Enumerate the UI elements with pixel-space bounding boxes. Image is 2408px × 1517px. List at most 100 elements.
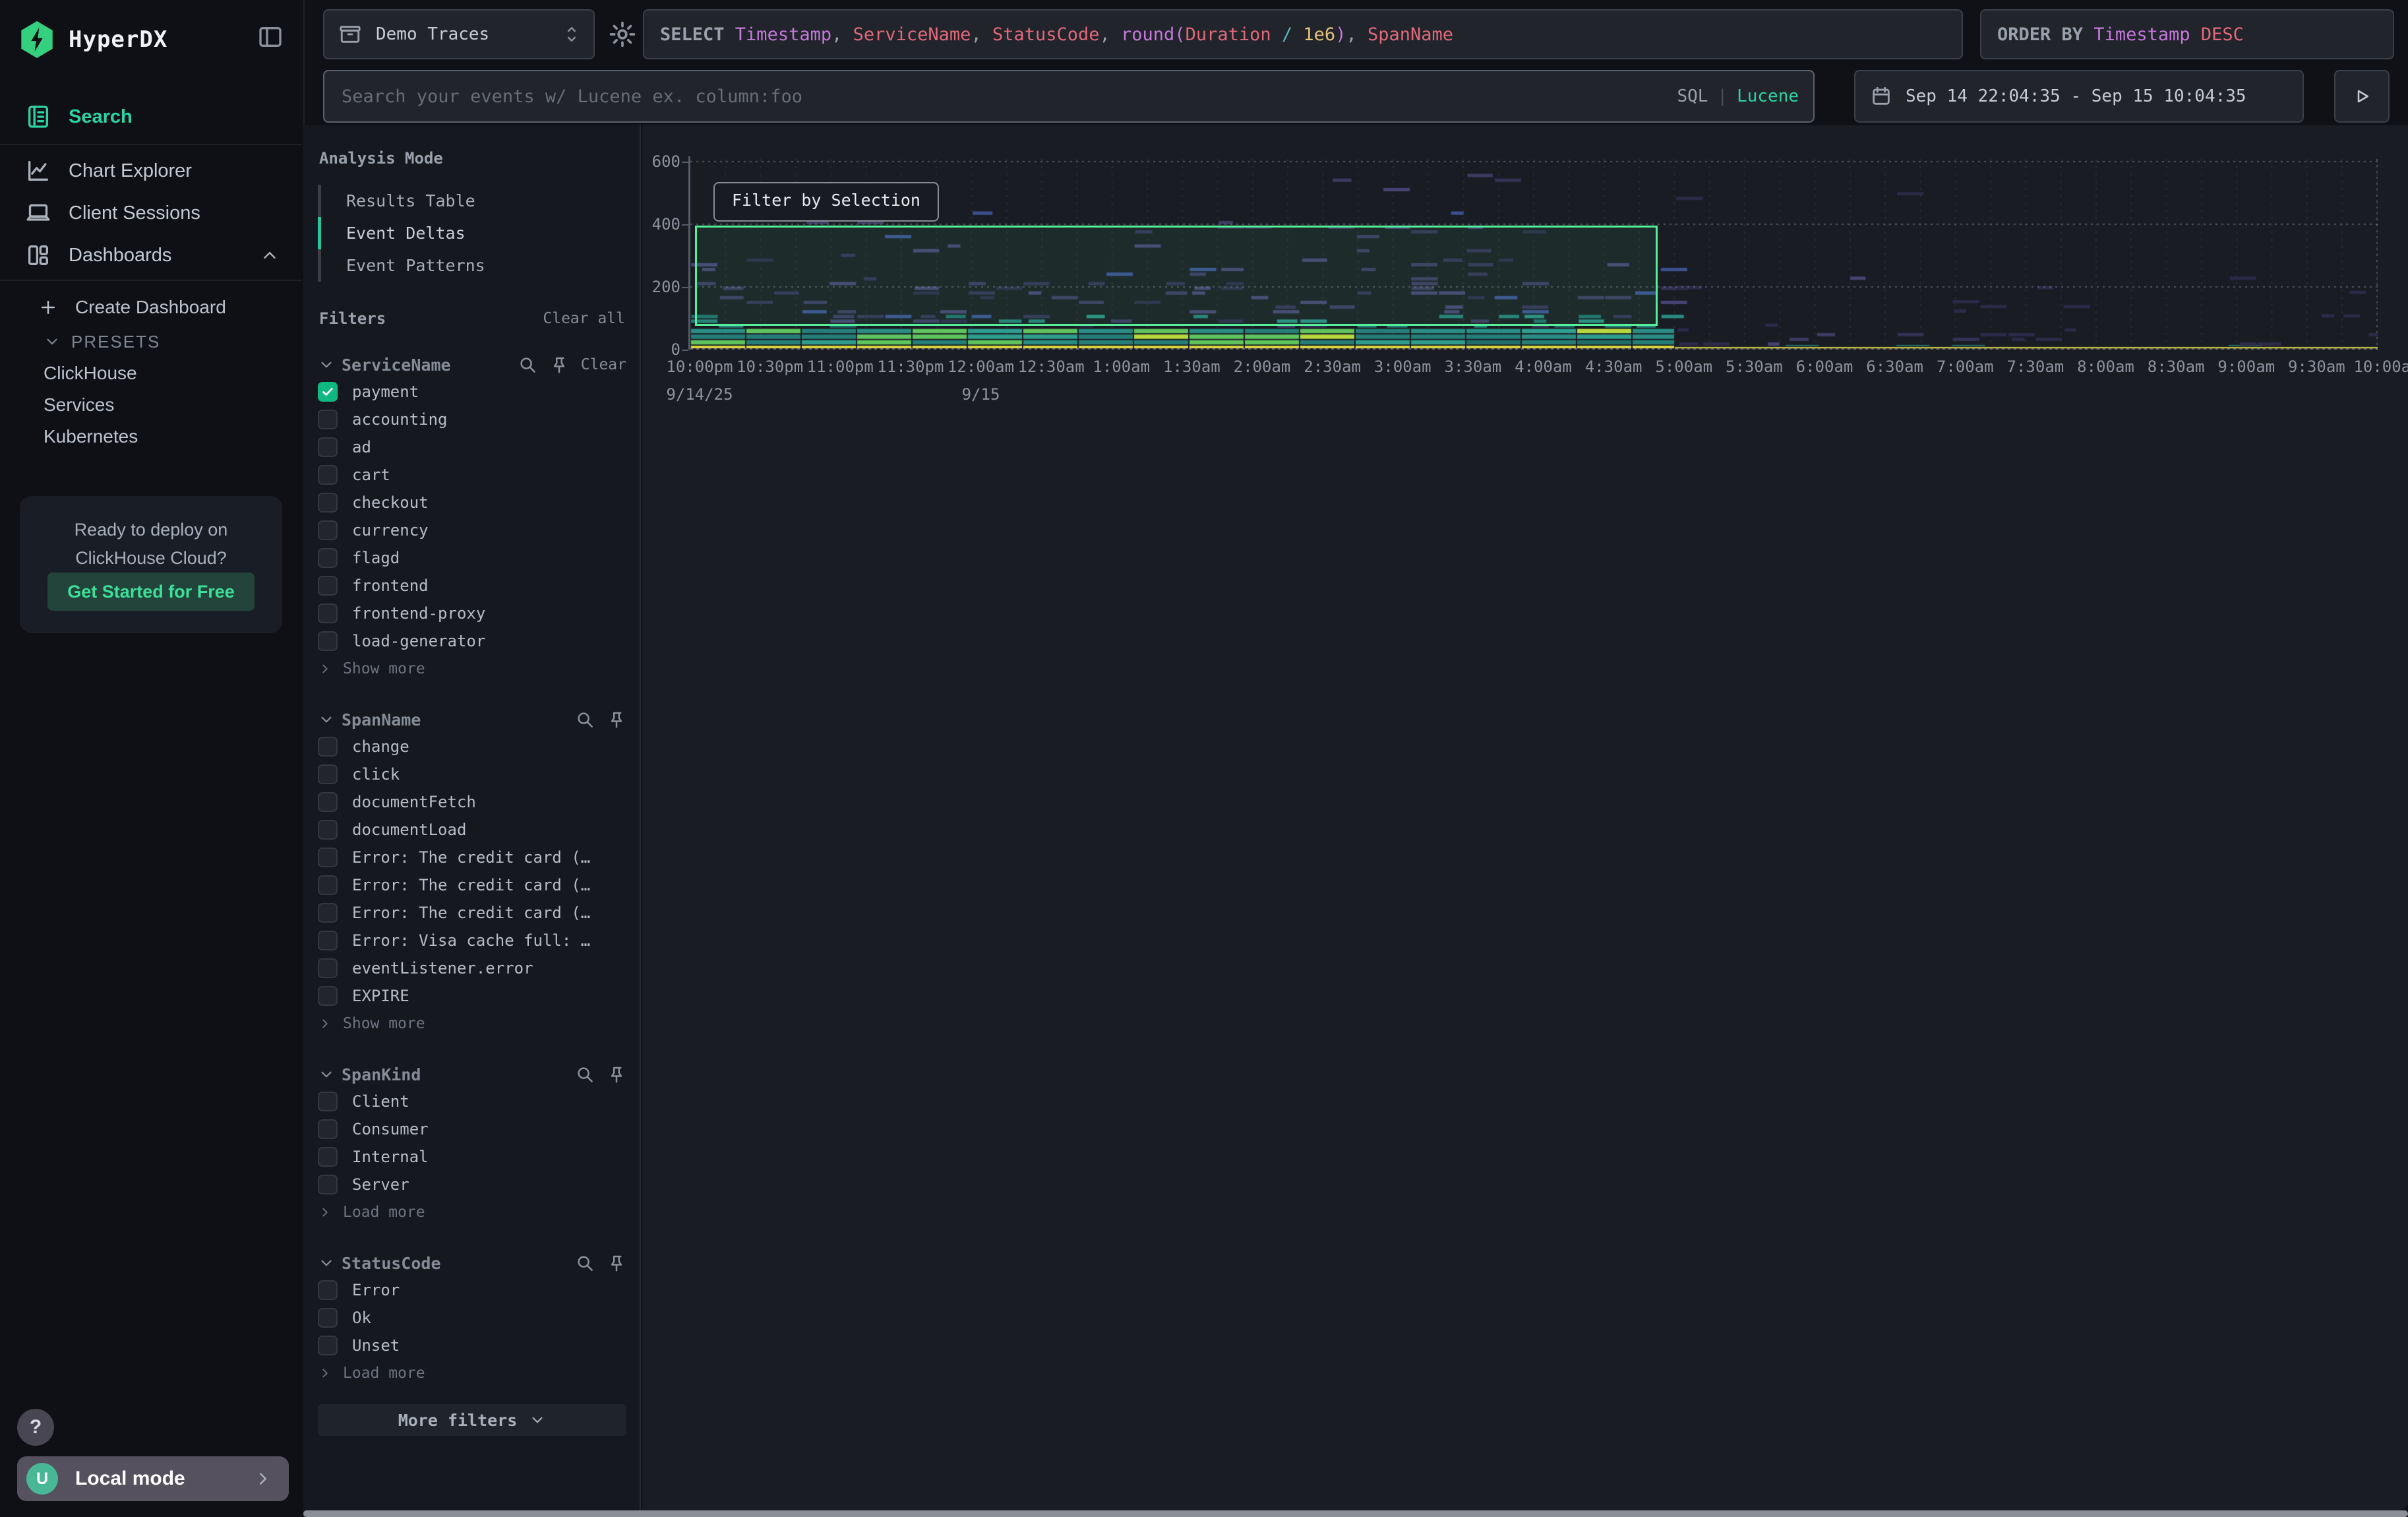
filter-checkbox-item[interactable]: frontend-proxy	[318, 600, 626, 627]
filter-checkbox-item[interactable]: EXPIRE	[318, 982, 626, 1010]
show-more-button[interactable]: Show more	[318, 1010, 626, 1037]
filter-group-title[interactable]: ServiceName	[342, 356, 451, 375]
filter-checkbox-item[interactable]: documentFetch	[318, 788, 626, 816]
filter-checkbox-item[interactable]: accounting	[318, 406, 626, 433]
sidebar-item-dashboards[interactable]: Dashboards	[0, 235, 303, 276]
sidebar-item-clickhouse[interactable]: ClickHouse	[0, 357, 347, 389]
checkbox-unchecked[interactable]	[318, 792, 338, 812]
search-icon[interactable]	[575, 710, 595, 729]
chevron-down-icon[interactable]	[318, 356, 335, 373]
sidebar-item-chart-explorer[interactable]: Chart Explorer	[0, 150, 303, 191]
more-filters-button[interactable]: More filters	[318, 1404, 626, 1436]
load-more-button[interactable]: Load more	[318, 1198, 626, 1226]
filter-checkbox-item[interactable]: Error: The credit card (…	[318, 871, 626, 899]
sidebar-item-kubernetes[interactable]: Kubernetes	[0, 421, 347, 452]
checkbox-unchecked[interactable]	[318, 548, 338, 568]
show-more-button[interactable]: Show more	[318, 655, 626, 683]
pin-icon[interactable]	[607, 1065, 626, 1084]
checkbox-unchecked[interactable]	[318, 848, 338, 867]
presets-toggle[interactable]: PRESETS	[0, 326, 303, 357]
pin-icon[interactable]	[607, 1253, 626, 1273]
filter-group-title[interactable]: SpanKind	[342, 1065, 421, 1084]
filter-checkbox-item[interactable]: checkout	[318, 489, 626, 516]
source-select[interactable]: Demo Traces	[323, 9, 595, 59]
clear-all-filters-button[interactable]: Clear all	[543, 310, 625, 327]
checkbox-unchecked[interactable]	[318, 520, 338, 540]
checkbox-unchecked[interactable]	[318, 631, 338, 651]
search-icon[interactable]	[575, 1253, 595, 1273]
checkbox-unchecked[interactable]	[318, 931, 338, 950]
filter-checkbox-item[interactable]: ad	[318, 433, 626, 461]
checkbox-unchecked[interactable]	[318, 410, 338, 429]
filter-checkbox-item[interactable]: eventListener.error	[318, 954, 626, 982]
filter-group-title[interactable]: SpanName	[342, 710, 421, 729]
search-icon[interactable]	[518, 355, 537, 375]
pin-icon[interactable]	[607, 710, 626, 729]
filter-checkbox-item[interactable]: Error: The credit card (…	[318, 899, 626, 927]
filter-checkbox-item[interactable]: Server	[318, 1171, 626, 1198]
date-range-picker[interactable]: Sep 14 22:04:35 - Sep 15 10:04:35	[1854, 70, 2304, 123]
checkbox-unchecked[interactable]	[318, 986, 338, 1006]
checkbox-unchecked[interactable]	[318, 1280, 338, 1300]
checkbox-unchecked[interactable]	[318, 820, 338, 840]
search-input[interactable]	[340, 86, 1677, 108]
checkbox-unchecked[interactable]	[318, 576, 338, 596]
sidebar-item-client-sessions[interactable]: Client Sessions	[0, 193, 303, 233]
filter-group-title[interactable]: StatusCode	[342, 1254, 441, 1273]
filter-by-selection-button[interactable]: Filter by Selection	[713, 182, 939, 222]
pin-icon[interactable]	[549, 355, 569, 375]
analysis-mode-event-patterns[interactable]: Event Patterns	[318, 249, 626, 282]
filter-checkbox-item[interactable]: Client	[318, 1088, 626, 1115]
filter-checkbox-item[interactable]: Error: The credit card (…	[318, 844, 626, 871]
filter-checkbox-item[interactable]: payment	[318, 378, 626, 406]
filter-checkbox-item[interactable]: Consumer	[318, 1115, 626, 1143]
filter-checkbox-item[interactable]: frontend	[318, 572, 626, 600]
checkbox-unchecked[interactable]	[318, 903, 338, 923]
checkbox-unchecked[interactable]	[318, 493, 338, 512]
filter-checkbox-item[interactable]: documentLoad	[318, 816, 626, 844]
sql-select-editor[interactable]: SELECT Timestamp, ServiceName, StatusCod…	[643, 9, 1963, 59]
filter-checkbox-item[interactable]: Unset	[318, 1332, 626, 1359]
checkbox-unchecked[interactable]	[318, 875, 338, 895]
local-mode-user-menu[interactable]: U Local mode	[17, 1456, 289, 1501]
chevron-up-icon[interactable]	[260, 245, 280, 265]
checkbox-unchecked[interactable]	[318, 737, 338, 757]
filter-group-clear-button[interactable]: Clear	[581, 356, 626, 373]
chevron-down-icon[interactable]	[318, 711, 335, 728]
filter-checkbox-item[interactable]: change	[318, 733, 626, 760]
sql-orderby-editor[interactable]: ORDER BY Timestamp DESC	[1980, 9, 2394, 59]
checkbox-unchecked[interactable]	[318, 1336, 338, 1355]
filter-checkbox-item[interactable]: currency	[318, 516, 626, 544]
toggle-lucene[interactable]: Lucene	[1737, 86, 1799, 106]
sidebar-item-search[interactable]: Search	[0, 96, 303, 137]
checkbox-unchecked[interactable]	[318, 437, 338, 457]
filter-checkbox-item[interactable]: cart	[318, 461, 626, 489]
filter-checkbox-item[interactable]: Ok	[318, 1304, 626, 1332]
filter-checkbox-item[interactable]: Internal	[318, 1143, 626, 1171]
checkbox-unchecked[interactable]	[318, 1147, 338, 1167]
create-dashboard-button[interactable]: Create Dashboard	[0, 292, 303, 323]
get-started-button[interactable]: Get Started for Free	[47, 573, 255, 611]
checkbox-unchecked[interactable]	[318, 1175, 338, 1194]
run-query-button[interactable]	[2334, 70, 2390, 123]
panel-collapse-icon[interactable]	[257, 24, 284, 50]
toggle-sql[interactable]: SQL	[1677, 86, 1708, 106]
help-button[interactable]: ?	[17, 1409, 54, 1446]
chevron-down-icon[interactable]	[318, 1066, 335, 1083]
checkbox-checked[interactable]	[318, 382, 338, 402]
filter-checkbox-item[interactable]: Error: Visa cache full: …	[318, 927, 626, 954]
sidebar-item-services[interactable]: Services	[0, 389, 347, 421]
search-icon[interactable]	[575, 1065, 595, 1084]
chevron-down-icon[interactable]	[318, 1254, 335, 1272]
analysis-mode-event-deltas[interactable]: Event Deltas	[318, 217, 626, 249]
load-more-button[interactable]: Load more	[318, 1359, 626, 1387]
checkbox-unchecked[interactable]	[318, 465, 338, 485]
analysis-mode-results-table[interactable]: Results Table	[318, 185, 626, 217]
checkbox-unchecked[interactable]	[318, 1092, 338, 1111]
checkbox-unchecked[interactable]	[318, 1308, 338, 1328]
checkbox-unchecked[interactable]	[318, 764, 338, 784]
gear-icon[interactable]	[608, 20, 637, 49]
filter-checkbox-item[interactable]: flagd	[318, 544, 626, 572]
checkbox-unchecked[interactable]	[318, 958, 338, 978]
checkbox-unchecked[interactable]	[318, 604, 338, 623]
